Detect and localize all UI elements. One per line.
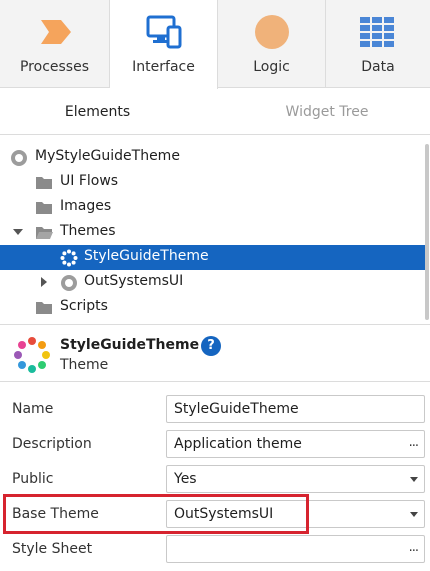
description-field[interactable]: Application theme ... [166,430,425,458]
folder-icon [36,202,52,214]
tree-item-themes[interactable]: Themes [0,220,426,245]
folder-icon [36,177,52,189]
property-style-sheet: Style Sheet ... [0,532,430,567]
tree-item-styleguidetheme-label: StyleGuideTheme [84,248,209,264]
property-public-label: Public [12,471,54,487]
tree-item-scripts[interactable]: Scripts [0,295,426,320]
tree-item-root[interactable]: MyStyleGuideTheme [0,145,426,170]
tab-processes[interactable]: Processes [0,0,110,88]
tab-interface[interactable]: Interface [110,0,218,89]
style-sheet-field[interactable]: ... [166,535,425,563]
processes-icon [40,20,71,44]
element-details-header: StyleGuideTheme ? Theme [0,324,430,382]
name-field[interactable]: StyleGuideTheme [166,395,425,423]
subtab-widget-tree[interactable]: Widget Tree [227,89,427,135]
chevron-down-icon[interactable] [410,512,418,517]
top-tab-bar: Processes Interface Logic Data [0,0,430,89]
help-icon[interactable]: ? [201,336,221,356]
property-style-sheet-label: Style Sheet [12,541,93,557]
subtab-bar: Elements Widget Tree [0,89,430,135]
tab-processes-label: Processes [19,59,89,75]
description-edit-button[interactable]: ... [409,435,419,450]
tab-data[interactable]: Data [326,0,430,88]
property-description-label: Description [12,436,92,452]
property-name: Name StyleGuideTheme [0,392,430,427]
interface-icon [146,15,181,49]
tab-logic[interactable]: Logic [218,0,326,88]
public-select[interactable]: Yes [166,465,425,493]
caret-down-icon[interactable] [13,229,23,237]
tree-item-ui-flows-label: UI Flows [60,173,119,189]
tab-interface-label: Interface [132,59,195,75]
tree-scrollbar[interactable] [425,144,429,320]
tree-item-ui-flows[interactable]: UI Flows [0,170,426,195]
chevron-down-icon[interactable] [410,477,418,482]
data-icon [360,17,394,47]
tree-item-images[interactable]: Images [0,195,426,220]
folder-open-icon [36,227,53,239]
property-description: Description Application theme ... [0,427,430,462]
subtab-elements[interactable]: Elements [0,89,195,135]
property-public: Public Yes [0,462,430,497]
element-title: StyleGuideTheme [60,337,200,353]
base-theme-highlight-box [3,494,309,534]
property-name-label: Name [12,401,54,417]
tree-item-styleguidetheme[interactable]: StyleGuideTheme [0,245,426,270]
module-icon [61,275,77,291]
description-field-value: Application theme [174,436,302,452]
theme-icon [60,249,78,267]
elements-tree: MyStyleGuideTheme UI Flows Images Themes [0,136,430,324]
tree-item-themes-label: Themes [60,223,116,239]
caret-right-icon[interactable] [41,277,49,287]
tree-item-root-label: MyStyleGuideTheme [35,148,180,164]
public-select-value: Yes [174,471,197,487]
folder-icon [36,302,52,314]
style-sheet-edit-button[interactable]: ... [409,540,419,555]
tree-item-outsystemsui[interactable]: OutSystemsUI [0,270,426,295]
tab-data-label: Data [361,59,395,75]
theme-logo-icon [14,337,50,373]
module-icon [11,150,27,166]
tree-item-images-label: Images [60,198,112,214]
tab-logic-label: Logic [253,59,290,75]
tree-item-scripts-label: Scripts [60,298,108,314]
element-type: Theme [60,357,109,373]
tree-item-outsystemsui-label: OutSystemsUI [84,273,184,289]
logic-icon [254,15,289,49]
name-field-value: StyleGuideTheme [174,401,299,417]
